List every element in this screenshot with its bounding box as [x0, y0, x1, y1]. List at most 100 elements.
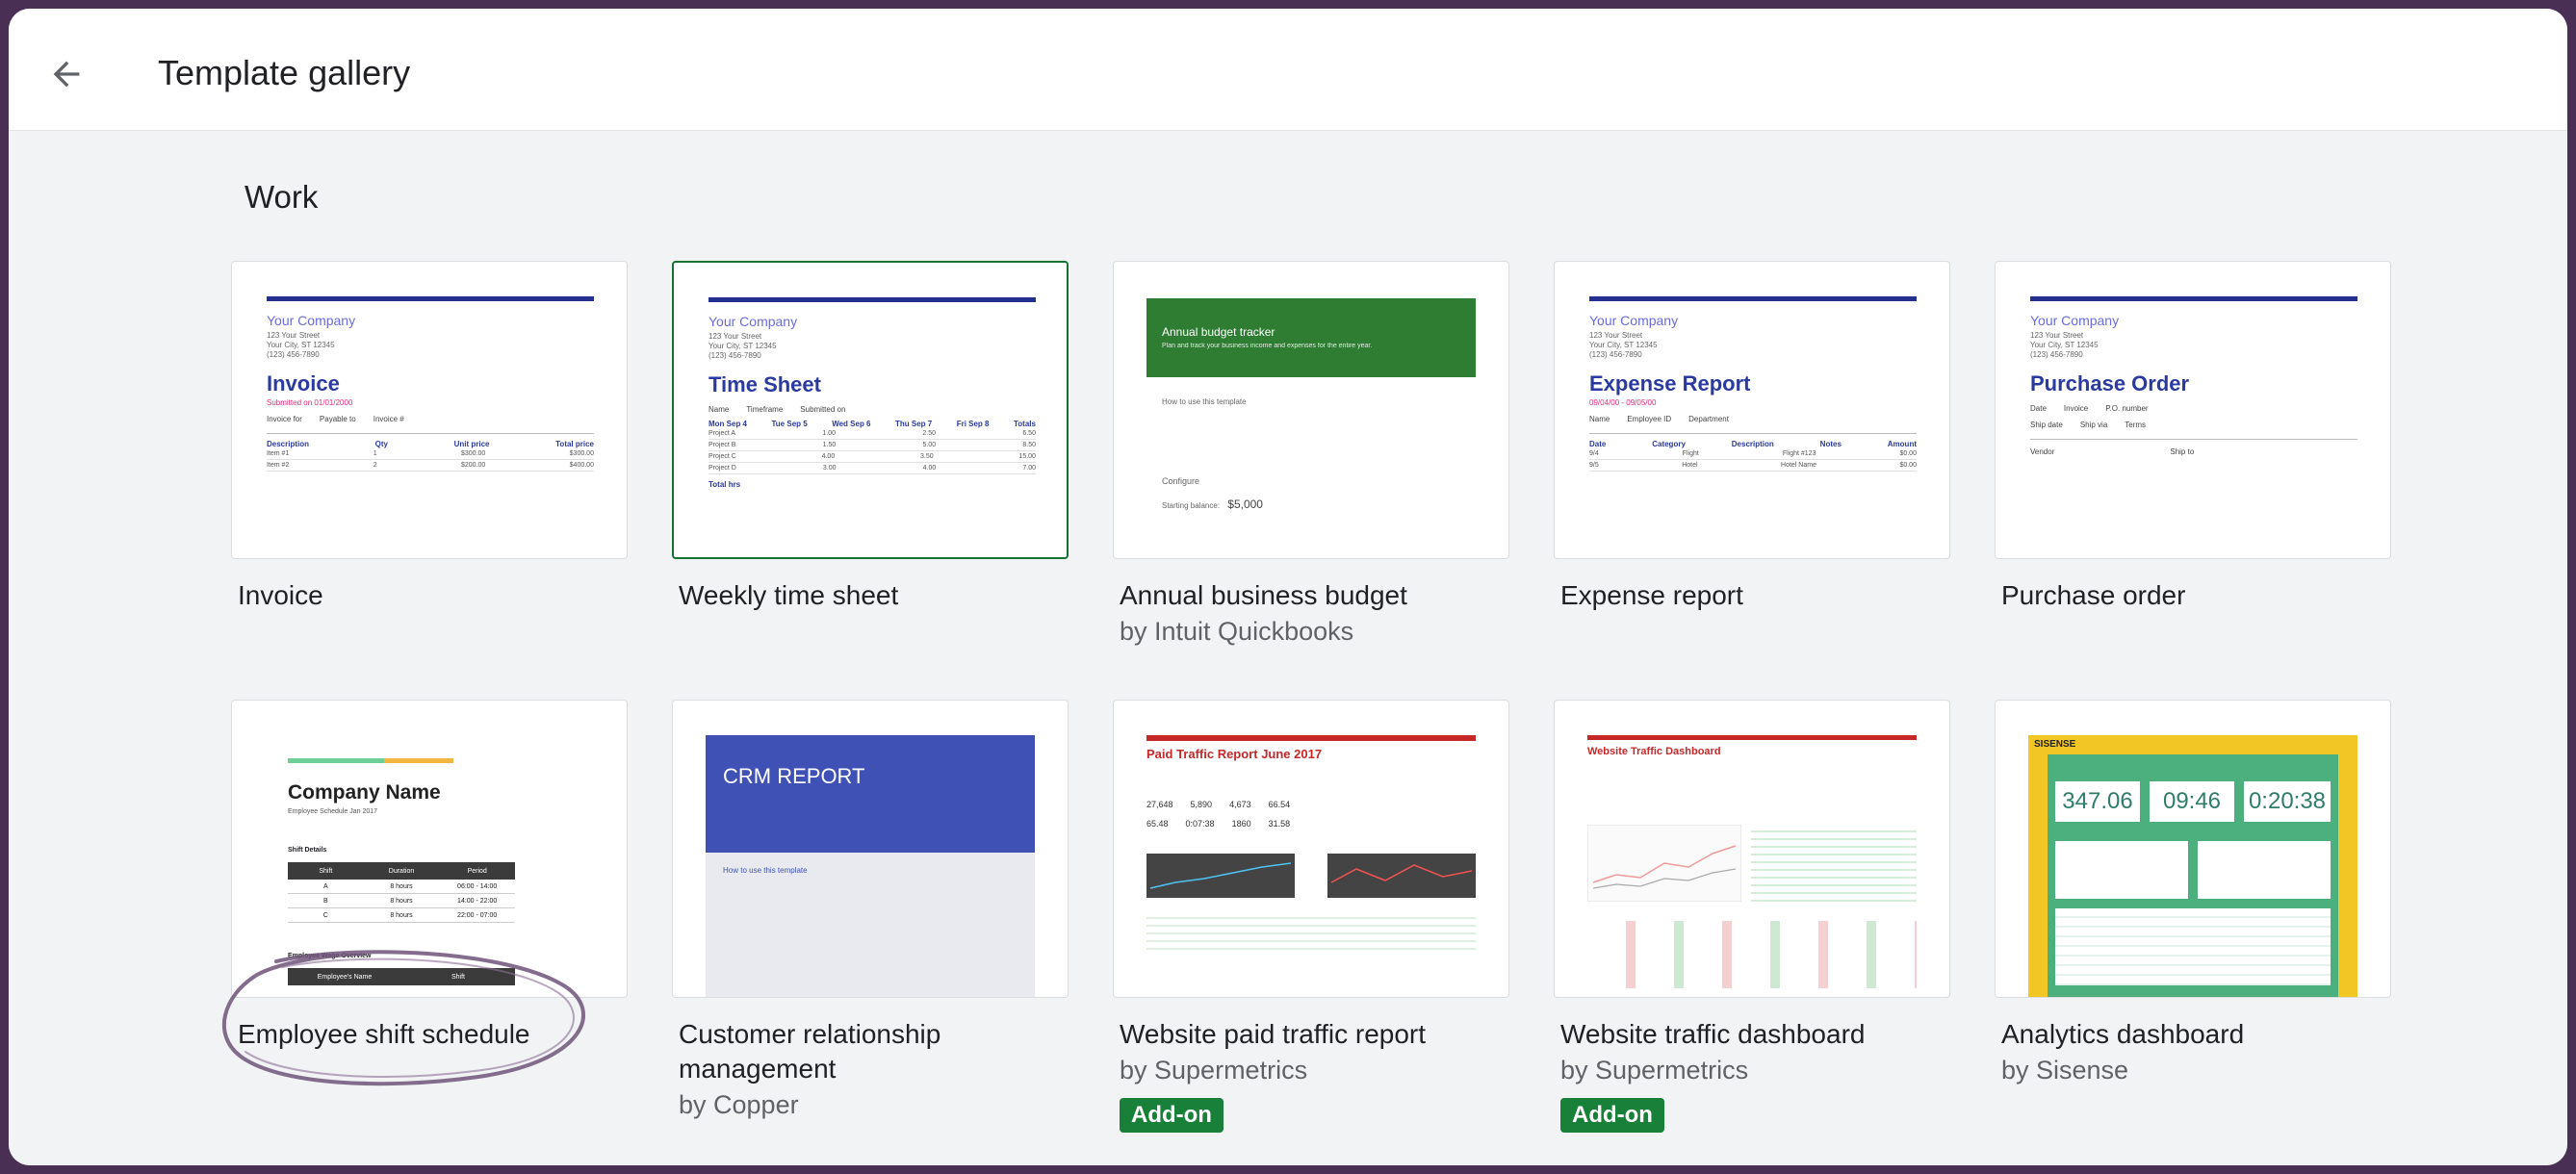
preview-cell: Item #2: [267, 462, 290, 469]
preview-cell: $0.00: [1899, 450, 1917, 457]
preview-fields: Name Timeframe Submitted on: [708, 405, 1036, 414]
template-card-weekly-time-sheet[interactable]: Your Company 123 Your Street Your City, …: [672, 261, 1069, 613]
preview-starting-label: Starting balance:: [1162, 501, 1221, 510]
template-card-employee-shift-schedule[interactable]: Company Name Employee Schedule Jan 2017 …: [231, 700, 628, 1052]
preview-field: Ship to: [2170, 447, 2195, 456]
template-thumbnail[interactable]: Company Name Employee Schedule Jan 2017 …: [231, 700, 628, 998]
preview-cell: $200.00: [460, 462, 486, 469]
template-name[interactable]: Employee shift schedule: [238, 1017, 628, 1052]
preview-company: Your Company: [267, 313, 356, 328]
template-card-website-paid-traffic-report[interactable]: Paid Traffic Report June 2017 27,648 5,8…: [1113, 700, 1509, 1133]
preview-row: Project C 4.00 3.50 15.00: [708, 451, 1036, 463]
preview-cell: $0.00: [1899, 462, 1917, 469]
preview-cell: $300.00: [569, 450, 594, 457]
preview-cell: Hotel: [1682, 462, 1698, 469]
template-name[interactable]: Website paid traffic report: [1120, 1017, 1509, 1052]
preview-cell: 8 hours: [390, 911, 413, 919]
preview-col: Duration: [388, 867, 415, 875]
preview-accent-bar: [288, 758, 384, 763]
template-card-purchase-order[interactable]: Your Company 123 Your Street Your City, …: [1995, 261, 2391, 613]
template-thumbnail[interactable]: Your Company 123 Your Street Your City, …: [231, 261, 628, 559]
template-author: by Supermetrics: [1560, 1056, 1749, 1085]
template-thumbnail[interactable]: Paid Traffic Report June 2017 27,648 5,8…: [1113, 700, 1509, 998]
template-thumbnail[interactable]: CRM REPORT How to use this template: [672, 700, 1069, 998]
template-thumbnail[interactable]: Annual budget tracker Plan and track you…: [1113, 261, 1509, 559]
template-card-website-traffic-dashboard[interactable]: Website Traffic Dashboard Website traffi…: [1554, 700, 1950, 1133]
preview-field: Vendor: [2030, 447, 2055, 456]
template-card-invoice[interactable]: Your Company 123 Your Street Your City, …: [231, 261, 628, 613]
preview-line-chart: [1327, 854, 1476, 898]
preview-table-head: Employee's Name Shift: [288, 968, 515, 985]
template-card-analytics-dashboard[interactable]: SISENSE 347.06 09:46 0:20:38 Analytics d…: [1995, 700, 2391, 1086]
preview-col: Total price: [555, 440, 594, 448]
preview-divider: [267, 433, 594, 434]
preview-fields: Invoice for Payable to Invoice #: [267, 415, 594, 423]
expense-preview: Your Company 123 Your Street Your City, …: [1589, 296, 1917, 472]
preview-col: Tue Sep 5: [771, 420, 808, 428]
budget-preview-header: Annual budget tracker Plan and track you…: [1146, 298, 1476, 377]
preview-total-label: Total hrs: [708, 480, 741, 489]
preview-cell: Project C: [708, 453, 736, 460]
preview-heading: CRM REPORT: [723, 764, 865, 788]
preview-col: Notes: [1819, 440, 1842, 448]
preview-brand: SISENSE: [2034, 739, 2076, 750]
template-thumbnail[interactable]: Your Company 123 Your Street Your City, …: [1995, 261, 2391, 559]
preview-shift-table: Shift Duration Period A 8 hours 06:00 - …: [288, 862, 515, 923]
template-name[interactable]: Customer relationship management: [679, 1017, 1069, 1086]
preview-cell: Item #1: [267, 450, 290, 457]
preview-table: [2055, 908, 2331, 985]
preview-kpi: 4,673: [1229, 800, 1251, 809]
template-name[interactable]: Website traffic dashboard: [1560, 1017, 1950, 1052]
back-button[interactable]: [30, 38, 103, 111]
preview-cell: 06:00 - 14:00: [457, 882, 498, 890]
preview-cell: 14:00 - 22:00: [457, 897, 498, 905]
preview-row: B 8 hours 14:00 - 22:00: [288, 894, 515, 908]
preview-cell: 3.00: [822, 465, 837, 472]
preview-heading: Time Sheet: [708, 372, 821, 396]
template-name[interactable]: Annual business budget: [1120, 578, 1509, 613]
preview-field: Name: [708, 405, 730, 414]
preview-kpi: 65.48: [1146, 819, 1169, 829]
preview-cell: Flight: [1682, 450, 1699, 457]
template-card-annual-business-budget[interactable]: Annual budget tracker Plan and track you…: [1113, 261, 1509, 648]
preview-cell: 8 hours: [390, 897, 413, 905]
template-author: by Supermetrics: [1120, 1056, 1308, 1085]
template-name[interactable]: Purchase order: [2001, 578, 2391, 613]
preview-field: Employee ID: [1627, 415, 1672, 423]
preview-kpis: 27,648 5,890 4,673 66.54: [1146, 800, 1476, 809]
template-name[interactable]: Expense report: [1560, 578, 1950, 613]
preview-field: Date: [2030, 404, 2047, 413]
template-thumbnail[interactable]: SISENSE 347.06 09:46 0:20:38: [1995, 700, 2391, 998]
preview-col: Fri Sep 8: [956, 420, 990, 428]
preview-cell: 9/4: [1589, 450, 1599, 457]
preview-row: 9/4 Flight Flight #123 $0.00: [1589, 448, 1917, 460]
preview-address-line: (123) 456-7890: [708, 351, 761, 360]
template-card-expense-report[interactable]: Your Company 123 Your Street Your City, …: [1554, 261, 1950, 613]
preview-cell: 3.50: [920, 453, 934, 460]
template-thumbnail[interactable]: Your Company 123 Your Street Your City, …: [1554, 261, 1950, 559]
template-thumbnail[interactable]: Website Traffic Dashboard: [1554, 700, 1950, 998]
template-card-customer-relationship-management[interactable]: CRM REPORT How to use this template Cust…: [672, 700, 1069, 1121]
preview-company: Your Company: [708, 314, 798, 329]
preview-col: Qty: [374, 440, 388, 448]
paid-traffic-preview: Paid Traffic Report June 2017 27,648 5,8…: [1146, 735, 1476, 997]
preview-field: Payable to: [319, 415, 356, 423]
addon-badge: Add-on: [1560, 1098, 1664, 1133]
preview-howto: How to use this template: [723, 866, 808, 875]
preview-cell: B: [323, 897, 328, 905]
template-name[interactable]: Weekly time sheet: [679, 578, 1069, 613]
preview-fields: Name Employee ID Department: [1589, 415, 1917, 423]
preview-field: Name: [1589, 415, 1610, 423]
invoice-preview: Your Company 123 Your Street Your City, …: [267, 296, 594, 472]
preview-cell: Flight #123: [1782, 450, 1816, 457]
preview-row: C 8 hours 22:00 - 07:00: [288, 908, 515, 923]
preview-address-line: (123) 456-7890: [267, 350, 320, 359]
template-name[interactable]: Analytics dashboard: [2001, 1017, 2391, 1052]
preview-address-line: Your City, ST 12345: [1589, 341, 1658, 349]
template-name[interactable]: Invoice: [238, 578, 628, 613]
preview-address-line: 123 Your Street: [2030, 331, 2084, 340]
preview-company: Your Company: [1589, 313, 1679, 328]
preview-address-line: 123 Your Street: [708, 332, 762, 341]
template-thumbnail[interactable]: Your Company 123 Your Street Your City, …: [672, 261, 1069, 559]
preview-address-line: 123 Your Street: [267, 331, 321, 340]
